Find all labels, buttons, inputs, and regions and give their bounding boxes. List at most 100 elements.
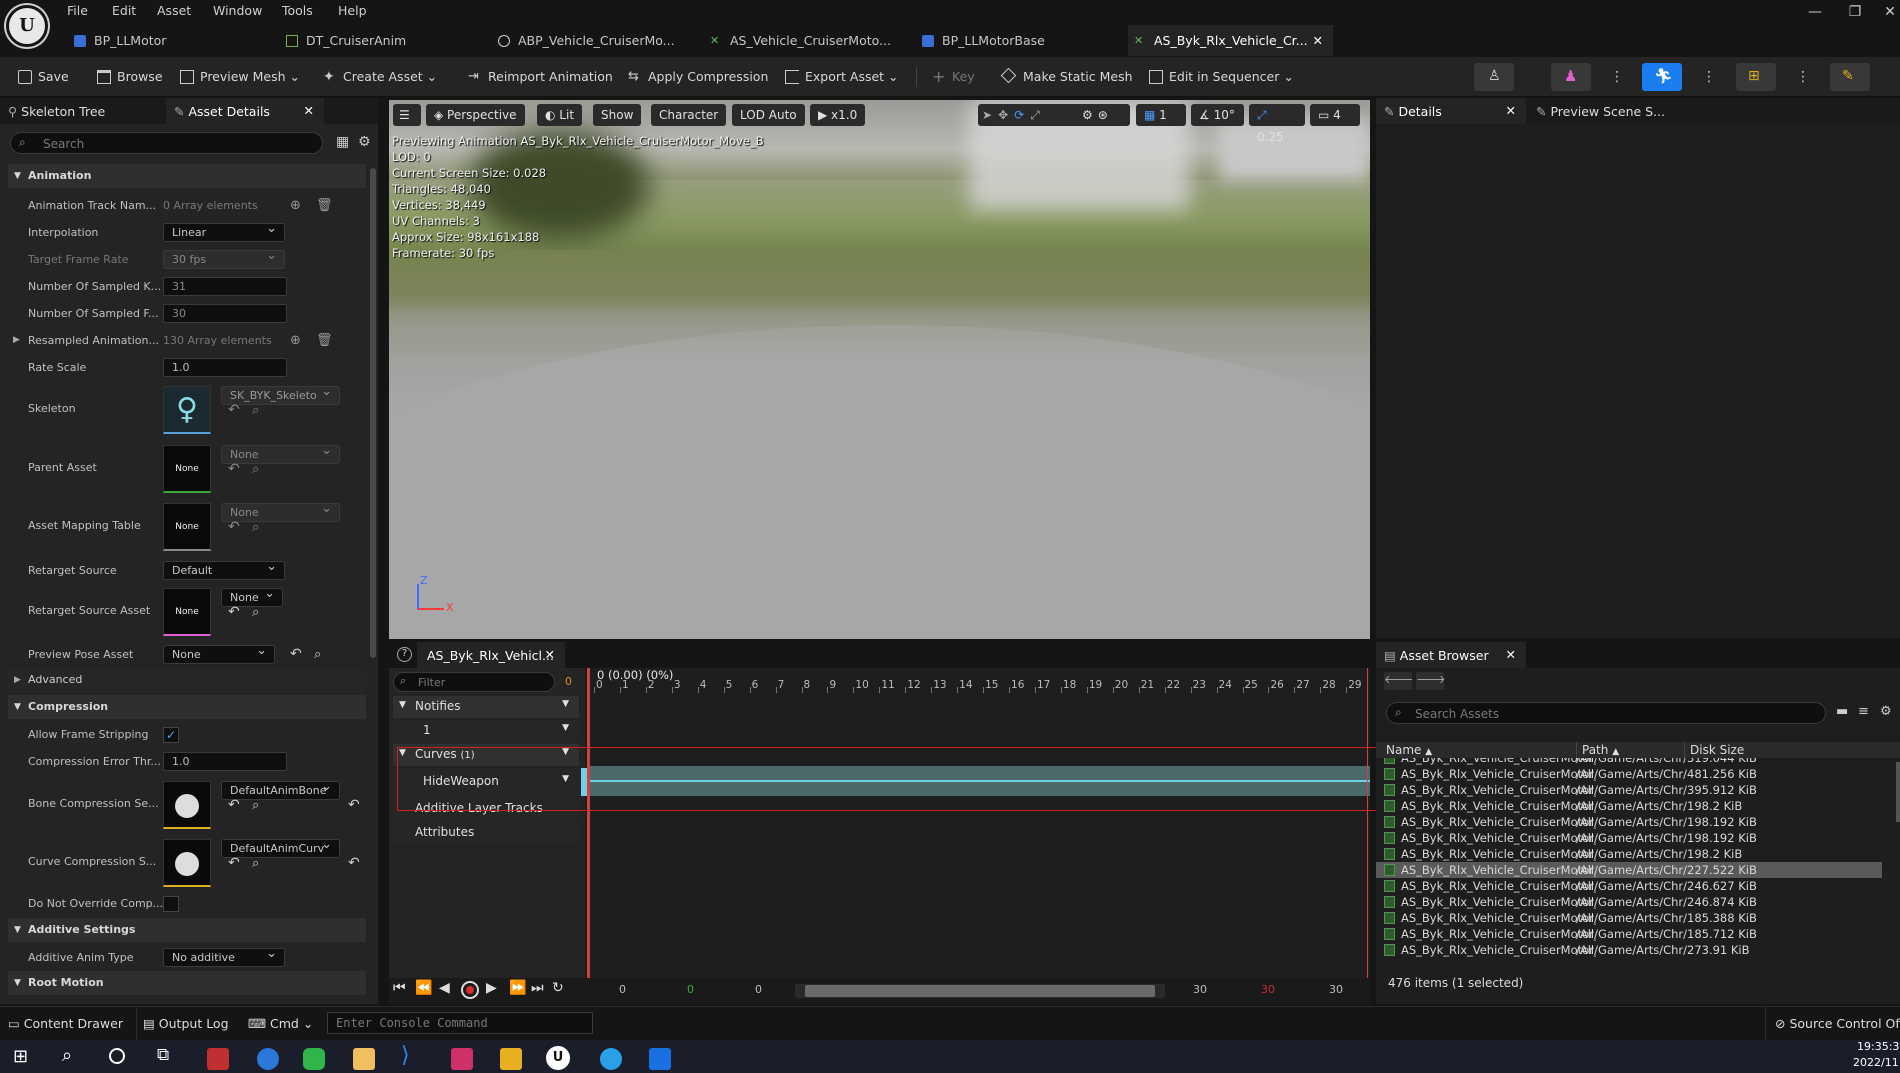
- reimport-button[interactable]: ⇥ Reimport Animation: [468, 67, 613, 87]
- expand-arrow-icon[interactable]: ▶: [13, 327, 20, 354]
- app-icon-notes[interactable]: [353, 1048, 375, 1070]
- loop-icon[interactable]: ↻: [552, 980, 564, 996]
- play-icon[interactable]: ▶: [486, 980, 497, 996]
- close-tab-icon[interactable]: ✕: [1313, 25, 1323, 56]
- clock-time[interactable]: 19:35:3: [1857, 1040, 1899, 1053]
- use-selected-icon[interactable]: ↶: [228, 514, 240, 541]
- retarget-source-dropdown[interactable]: Default: [163, 558, 285, 580]
- asset-row[interactable]: AS_Byk_Rlx_Vehicle_CruiserMotor_R/All/Ga…: [1376, 878, 1882, 894]
- asset-row[interactable]: AS_Byk_Rlx_Vehicle_CruiserMotor_H/All/Ga…: [1376, 846, 1882, 862]
- retarget-asset-thumbnail[interactable]: None: [163, 588, 211, 636]
- filter-input[interactable]: ⌕ Filter: [393, 672, 555, 692]
- tab-skeleton-tree[interactable]: ⚲ Skeleton Tree: [8, 104, 105, 119]
- perspective-button[interactable]: ◈ Perspective: [426, 104, 525, 126]
- asset-row[interactable]: AS_Byk_Rlx_Vehicle_CruiserMotor_G/All/Ga…: [1376, 758, 1882, 766]
- app-icon-blue[interactable]: [649, 1048, 671, 1070]
- viewport-menu-button[interactable]: ☰: [393, 104, 421, 126]
- section-additive-settings[interactable]: ▼ Additive Settings: [8, 918, 366, 942]
- asset-row[interactable]: AS_Byk_Rlx_Vehicle_CruiserMotor_G/All/Ga…: [1376, 766, 1882, 782]
- menu-file[interactable]: File: [67, 2, 88, 20]
- cortana-icon[interactable]: [109, 1048, 125, 1064]
- qq-icon[interactable]: [600, 1048, 622, 1070]
- use-selected-icon[interactable]: ↶: [228, 850, 240, 877]
- timeline-scrollbar[interactable]: [795, 984, 1165, 998]
- details-scrollbar[interactable]: [370, 168, 376, 658]
- play-range-end[interactable]: 30: [1261, 983, 1275, 996]
- asset-row[interactable]: AS_Byk_Rlx_Vehicle_CruiserMotor_H/All/Ga…: [1376, 798, 1882, 814]
- menu-asset[interactable]: Asset: [157, 2, 191, 20]
- clock-date[interactable]: 2022/11: [1853, 1056, 1899, 1069]
- track-notify-1[interactable]: 1 ▼: [393, 720, 579, 742]
- windows-start-icon[interactable]: ⊞: [13, 1046, 28, 1067]
- asset-row[interactable]: AS_Byk_Rlx_Vehicle_CruiserMotor_M/All/Ga…: [1376, 862, 1882, 878]
- track-area[interactable]: [587, 668, 1370, 978]
- row-resampled-animation[interactable]: ▶ Resampled Animation... 130 Array eleme…: [0, 327, 370, 354]
- range-start[interactable]: 0: [619, 983, 626, 996]
- close-tab-icon[interactable]: ✕: [1506, 647, 1516, 662]
- menu-edit[interactable]: Edit: [112, 2, 136, 20]
- allow-frame-stripping-checkbox[interactable]: ✓: [163, 727, 179, 743]
- asset-search-input[interactable]: ⌕ Search Assets: [1386, 702, 1826, 724]
- app-icon-red[interactable]: [207, 1048, 229, 1070]
- vscode-icon[interactable]: ⟩: [401, 1043, 410, 1068]
- tab-asset-browser[interactable]: ▤ Asset Browser ✕: [1376, 642, 1526, 668]
- curve-compression-thumbnail[interactable]: [163, 839, 211, 887]
- forward-button[interactable]: 🡒: [1416, 672, 1446, 690]
- step-back-icon[interactable]: ⏪: [415, 980, 432, 996]
- snap-tools[interactable]: ⚙⊛: [1078, 104, 1130, 126]
- console-input[interactable]: Enter Console Command: [327, 1012, 593, 1034]
- range-end[interactable]: 30: [1329, 983, 1343, 996]
- preview-mesh-button[interactable]: Preview Mesh ⌄: [180, 67, 300, 87]
- parent-asset-thumbnail[interactable]: None: [163, 445, 211, 493]
- browse-button[interactable]: Browse: [97, 67, 163, 87]
- close-tab-icon[interactable]: ✕: [545, 647, 555, 662]
- track-notifies[interactable]: ▼ Notifies ▼: [393, 696, 579, 718]
- camera-speed-button[interactable]: ▭ 4: [1310, 104, 1360, 126]
- view-range-start[interactable]: 0: [755, 983, 762, 996]
- export-asset-button[interactable]: Export Asset ⌄: [785, 67, 899, 87]
- help-icon[interactable]: ?: [397, 647, 412, 662]
- skip-to-start-icon[interactable]: ⏮: [393, 980, 406, 996]
- column-disk-size[interactable]: Disk Size: [1690, 742, 1744, 758]
- grid-snap-button[interactable]: ▦ 1: [1136, 104, 1186, 126]
- app-icon-maps[interactable]: [257, 1048, 279, 1070]
- menu-window[interactable]: Window: [213, 2, 262, 20]
- browse-asset-icon[interactable]: ⌕: [252, 397, 259, 424]
- file-explorer-icon[interactable]: [500, 1048, 522, 1070]
- tab-abp-vehicle[interactable]: ABP_Vehicle_CruiserMo...: [492, 25, 697, 56]
- mapping-table-thumbnail[interactable]: None: [163, 503, 211, 551]
- close-window-icon[interactable]: ✕: [1875, 4, 1900, 26]
- tab-asset-details[interactable]: ✎ Asset Details ✕: [166, 98, 324, 124]
- close-tab-icon[interactable]: ✕: [1506, 103, 1516, 118]
- unreal-taskbar-icon[interactable]: U: [546, 1046, 570, 1070]
- do-not-override-checkbox[interactable]: [163, 896, 179, 912]
- blueprint-mode-button[interactable]: ⊞: [1736, 63, 1776, 91]
- back-button[interactable]: 🡐: [1384, 672, 1414, 690]
- asset-row[interactable]: AS_Byk_Rlx_Vehicle_CruiserMotor_R/All/Ga…: [1376, 910, 1882, 926]
- animation-mode-button[interactable]: 🏃︎: [1642, 63, 1682, 91]
- close-tab-icon[interactable]: ✕: [304, 103, 314, 118]
- timeline-scroll-thumb[interactable]: [805, 985, 1155, 997]
- view-range-end[interactable]: 30: [1193, 983, 1207, 996]
- browse-asset-icon[interactable]: ⌕: [252, 514, 259, 541]
- restore-icon[interactable]: ❐: [1840, 4, 1870, 26]
- browse-asset-icon[interactable]: ⌕: [252, 456, 259, 483]
- cmd-dropdown[interactable]: ⌨ Cmd ⌄: [248, 1016, 313, 1031]
- angle-snap-button[interactable]: ∡ 10°: [1191, 104, 1244, 126]
- play-range-start[interactable]: 0: [687, 983, 694, 996]
- asset-row[interactable]: AS_Byk_Rlx_Vehicle_CruiserMotor_S/All/Ga…: [1376, 942, 1882, 958]
- compression-error-field[interactable]: 1.0: [163, 752, 287, 771]
- character-button[interactable]: Character: [651, 104, 727, 126]
- asset-row[interactable]: AS_Byk_Rlx_Vehicle_CruiserMotor_H/All/Ga…: [1376, 830, 1882, 846]
- content-drawer-button[interactable]: ▭ Content Drawer: [8, 1016, 123, 1031]
- app-icon-wechat[interactable]: [303, 1048, 325, 1070]
- additive-type-dropdown[interactable]: No additive: [163, 945, 285, 967]
- browse-asset-icon[interactable]: ⌕: [314, 641, 321, 668]
- preview-pose-dropdown[interactable]: None: [163, 642, 275, 664]
- asset-scrollbar[interactable]: [1896, 762, 1900, 822]
- add-element-icon[interactable]: ⊕: [290, 192, 301, 219]
- mesh-mode-button[interactable]: ♟: [1551, 63, 1591, 91]
- settings-gear-icon[interactable]: ⚙: [1880, 704, 1892, 719]
- unreal-logo-icon[interactable]: U: [6, 5, 48, 47]
- key-button[interactable]: + Key: [932, 67, 975, 87]
